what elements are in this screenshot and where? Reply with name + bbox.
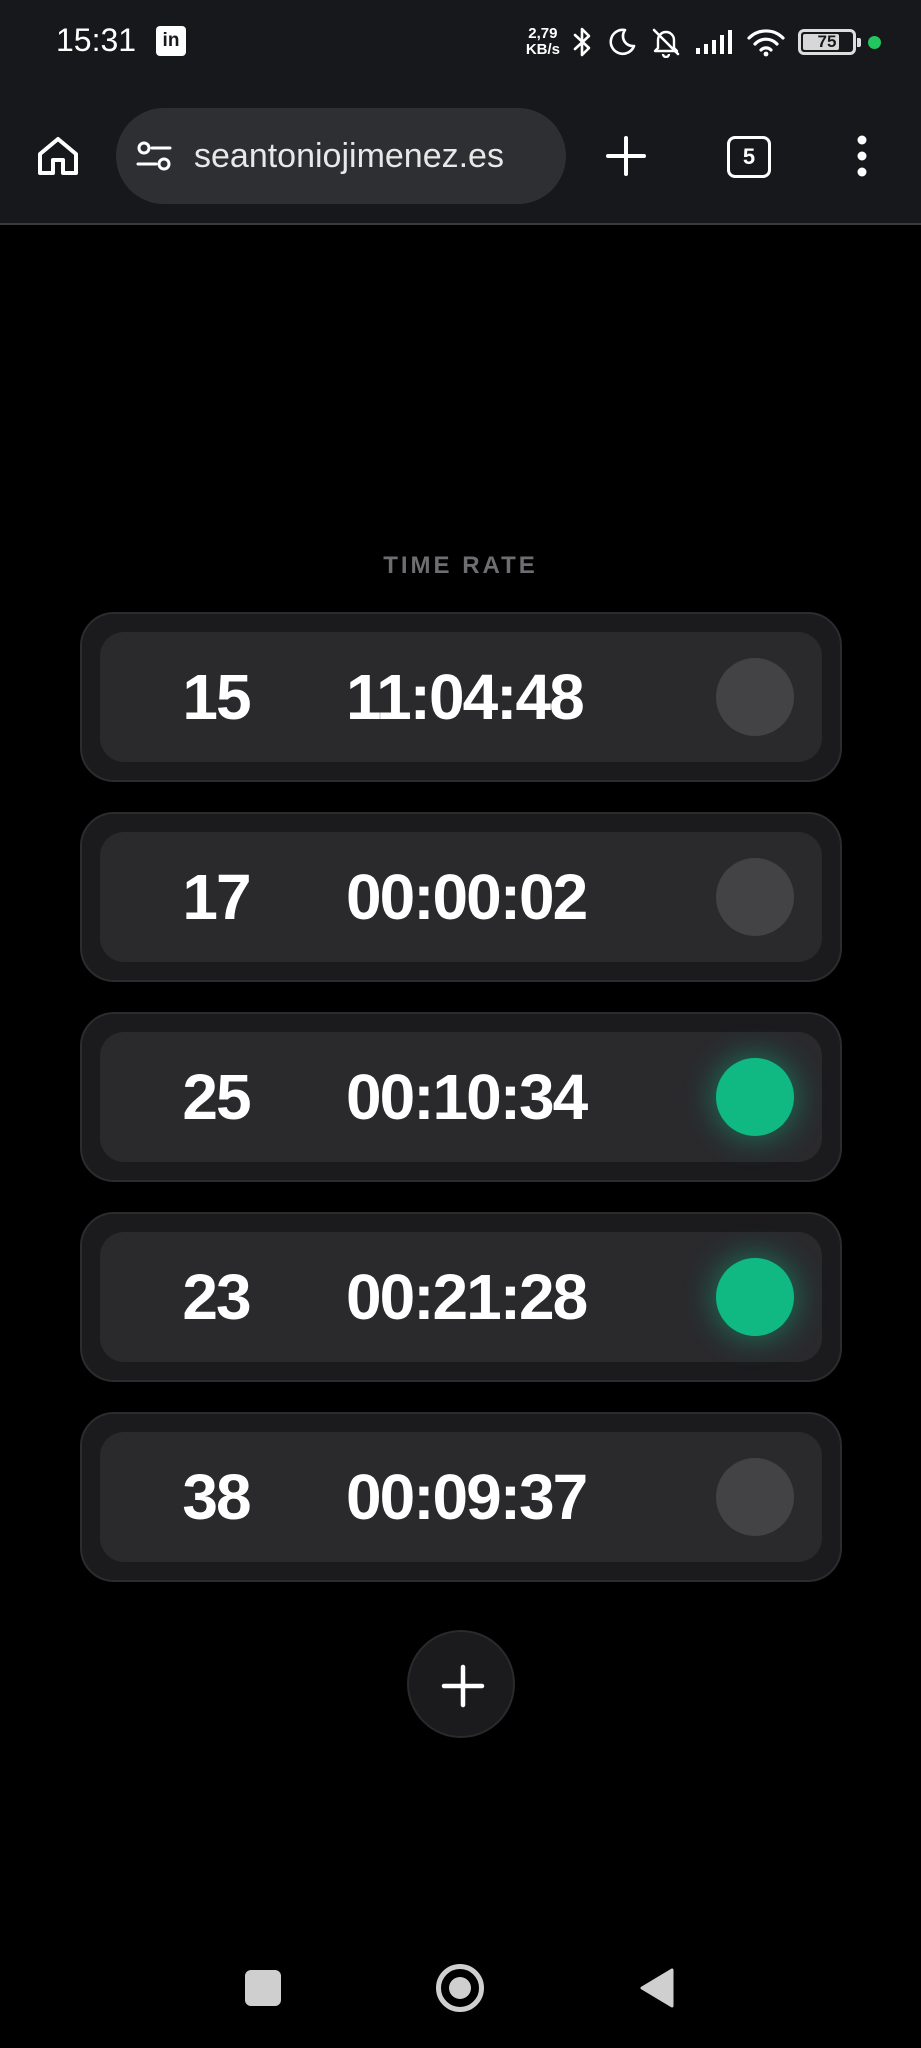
timer-rate: 38 (182, 1461, 251, 1533)
status-bar: 15:31 in 2,79 KB/s 75 (0, 0, 921, 84)
net-speed-value: 2,79 (528, 25, 558, 42)
signal-icon (696, 30, 732, 54)
net-speed: 2,79 KB/s (526, 26, 560, 58)
home-icon[interactable] (436, 1964, 484, 2012)
timer-rate: 15 (182, 661, 251, 733)
bluetooth-icon (573, 27, 591, 57)
add-timer-button[interactable] (407, 1630, 515, 1738)
timer-row[interactable]: 15 11:04:48 (100, 632, 822, 762)
timer-card: 23 00:21:28 (80, 1212, 842, 1382)
recents-icon[interactable] (245, 1970, 281, 2006)
timer-row[interactable]: 17 00:00:02 (100, 832, 822, 962)
timer-card: 25 00:10:34 (80, 1012, 842, 1182)
moon-icon (609, 28, 636, 56)
battery-icon: 75 (798, 29, 861, 55)
timer-card: 15 11:04:48 (80, 612, 842, 782)
url-bar[interactable]: seantoniojimenez.es (116, 108, 566, 204)
timer-time: 00:10:34 (346, 1061, 588, 1133)
home-icon[interactable] (34, 132, 82, 180)
net-speed-unit: KB/s (525, 41, 560, 58)
linkedin-icon: in (156, 26, 186, 56)
timer-time: 00:00:02 (346, 861, 588, 933)
timer-toggle-button[interactable] (716, 658, 794, 736)
timer-rate: 25 (182, 1061, 251, 1133)
plus-icon (441, 1664, 485, 1708)
browser-toolbar: seantoniojimenez.es 5 (0, 84, 921, 225)
timer-row[interactable]: 23 00:21:28 (100, 1232, 822, 1362)
timer-toggle-button[interactable] (716, 1258, 794, 1336)
tabs-icon[interactable]: 5 (727, 136, 771, 178)
plus-icon[interactable] (604, 134, 648, 178)
timer-card: 17 00:00:02 (80, 812, 842, 982)
status-time: 15:31 (56, 22, 137, 58)
bell-off-icon (652, 28, 680, 58)
timer-time: 00:09:37 (346, 1461, 588, 1533)
timer-toggle-button[interactable] (716, 858, 794, 936)
page-title: TIME RATE (383, 552, 538, 579)
timer-toggle-button[interactable] (716, 1058, 794, 1136)
timer-row[interactable]: 25 00:10:34 (100, 1032, 822, 1162)
timer-list: 15 11:04:48 17 00:00:02 25 00:10:34 23 00:21:28… (80, 612, 842, 1612)
timer-card: 38 00:09:37 (80, 1412, 842, 1582)
privacy-indicator-dot (868, 35, 881, 49)
battery-level: 75 (817, 32, 837, 51)
timer-rate: 17 (182, 861, 251, 933)
back-icon[interactable] (636, 1966, 676, 2010)
timer-toggle-button[interactable] (716, 1458, 794, 1536)
wifi-icon (747, 29, 785, 57)
timer-rate: 23 (182, 1261, 251, 1333)
tune-icon[interactable] (134, 136, 174, 176)
status-icons: 2,79 KB/s 75 (526, 18, 881, 66)
more-vert-icon[interactable] (850, 134, 874, 178)
timer-time: 00:21:28 (346, 1261, 588, 1333)
timer-row[interactable]: 38 00:09:37 (100, 1432, 822, 1562)
url-text[interactable]: seantoniojimenez.es (194, 137, 504, 176)
timer-time: 11:04:48 (346, 661, 585, 733)
